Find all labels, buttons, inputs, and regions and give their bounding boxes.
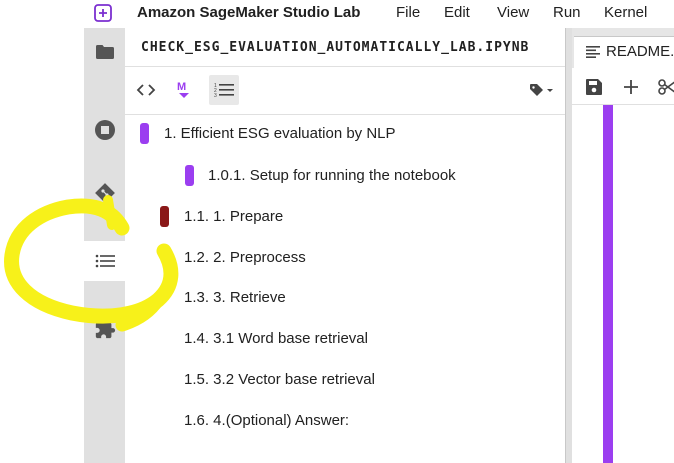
stop-circle-icon (94, 120, 115, 140)
cut-button[interactable] (656, 76, 674, 98)
toggle-code-cells-button[interactable] (131, 75, 161, 105)
toc-entry[interactable]: 1.0.1. Setup for running the notebook (208, 167, 456, 184)
tag-filter-dropdown[interactable] (525, 75, 559, 105)
numbered-list-icon: 1 2 3 (214, 83, 234, 98)
cell-marker (185, 165, 194, 186)
git-button[interactable] (84, 173, 125, 213)
menu-kernel[interactable]: Kernel (604, 4, 647, 21)
toc-entry[interactable]: 1.5. 3.2 Vector base retrieval (184, 371, 375, 388)
menu-bar: Amazon SageMaker Studio Lab File Edit Vi… (0, 0, 674, 28)
toc-entry[interactable]: 1.1. 1. Prepare (184, 208, 283, 225)
menu-file[interactable]: File (396, 4, 420, 21)
file-browser-button[interactable] (84, 32, 125, 72)
toc-entry[interactable]: 1.6. 4.(Optional) Answer: (184, 412, 349, 429)
toc-toolbar: M 1 2 3 (125, 67, 565, 113)
add-cell-icon (624, 80, 638, 94)
table-of-contents-panel: CHECK_ESG_EVALUATION_AUTOMATICALLY_LAB.I… (125, 28, 566, 463)
save-button[interactable] (583, 76, 605, 98)
running-kernels-button[interactable] (84, 110, 125, 150)
menu-edit[interactable]: Edit (444, 4, 470, 21)
menu-view[interactable]: View (497, 4, 529, 21)
extension-manager-button[interactable] (84, 309, 125, 349)
toc-entry[interactable]: 1.4. 3.1 Word base retrieval (184, 330, 368, 347)
toc-toolbar-divider (125, 114, 565, 115)
cut-icon (658, 79, 674, 95)
extension-icon (95, 318, 115, 339)
app-title: Amazon SageMaker Studio Lab (137, 4, 361, 21)
document-icon (586, 46, 600, 58)
notebook-toolbar (572, 68, 674, 105)
tab-label: README.i (606, 43, 674, 60)
svg-text:3: 3 (214, 93, 217, 98)
toc-entry[interactable]: 1. Efficient ESG evaluation by NLP (164, 125, 396, 142)
menu-run[interactable]: Run (553, 4, 581, 21)
toc-entry[interactable]: 1.2. 2. Preprocess (184, 249, 306, 266)
code-toggle-icon (136, 84, 156, 96)
toggle-markdown-button[interactable]: M (169, 75, 199, 105)
studio-lab-logo-icon (94, 4, 112, 22)
tab-bar: README.i (572, 28, 674, 69)
tag-filter-icon (530, 84, 553, 96)
git-icon (94, 183, 115, 203)
toc-entry[interactable]: 1.3. 3. Retrieve (184, 289, 286, 306)
add-cell-button[interactable] (620, 76, 642, 98)
notebook-area: README.i (572, 28, 674, 463)
active-cell-indicator (603, 105, 613, 463)
toggle-numbering-button[interactable]: 1 2 3 (209, 75, 239, 105)
cell-marker (160, 206, 169, 227)
save-icon (586, 79, 602, 95)
folder-icon (95, 45, 114, 59)
table-of-contents-button[interactable] (84, 241, 125, 281)
tab-readme[interactable]: README.i (574, 36, 674, 69)
table-of-contents-icon (95, 254, 115, 268)
activity-bar (84, 28, 125, 463)
toc-title: CHECK_ESG_EVALUATION_AUTOMATICALLY_LAB.I… (141, 40, 530, 55)
svg-text:M: M (177, 81, 186, 93)
cell-marker (140, 123, 149, 144)
markdown-toggle-icon: M (177, 81, 189, 98)
